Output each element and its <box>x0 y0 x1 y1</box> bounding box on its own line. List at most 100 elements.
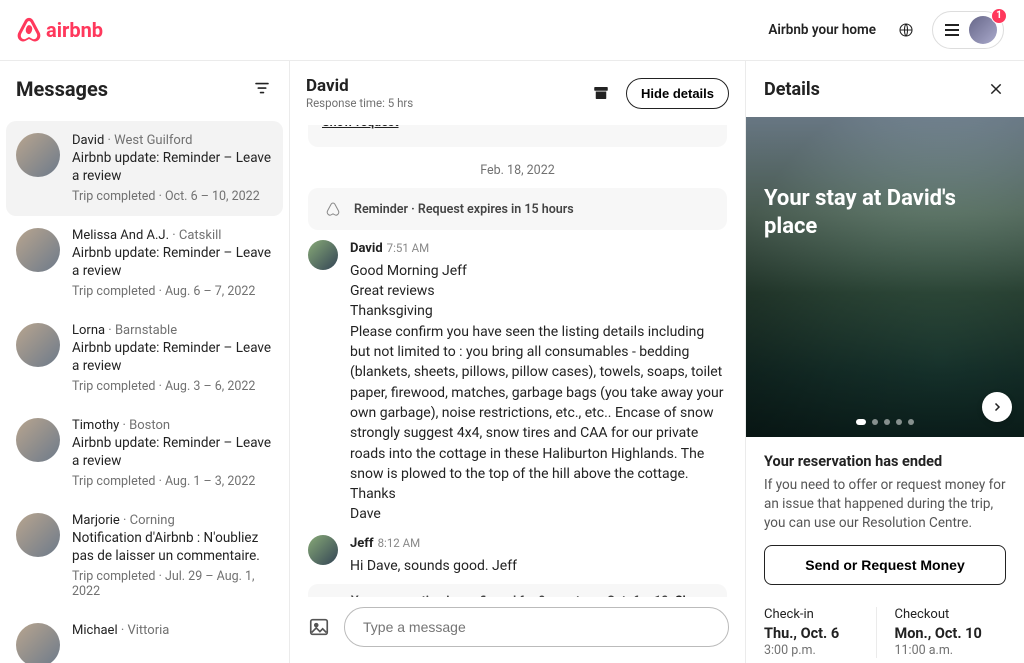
checkin-time: 3:00 p.m. <box>764 643 876 658</box>
message-time: 7:51 AM <box>387 241 430 255</box>
hero-title: Your stay at David's place <box>764 185 964 240</box>
thread-name: Michael <box>72 623 118 638</box>
date-separator: Feb. 18, 2022 <box>308 163 727 178</box>
thread-title: Airbnb update: Reminder – Leave a review <box>72 340 273 375</box>
thread-name: David <box>72 133 104 148</box>
globe-icon <box>898 22 914 38</box>
thread-avatar <box>16 228 60 272</box>
thread-location: Barnstable <box>115 323 177 338</box>
response-time: Response time: 5 hrs <box>306 96 576 110</box>
thread-item[interactable]: Melissa And A.J. · CatskillAirbnb update… <box>6 216 283 311</box>
thread-meta: Trip completed · Jul. 29 – Aug. 1, 2022 <box>72 569 273 599</box>
reminder-text: Reminder · Request expires in 15 hours <box>354 202 574 217</box>
message: David 7:51 AM Good Morning JeffGreat revie… <box>308 240 727 525</box>
brand-logo[interactable]: airbnb <box>16 15 103 45</box>
close-details-button[interactable] <box>986 79 1006 99</box>
thread-meta: Trip completed · Aug. 3 – 6, 2022 <box>72 379 273 394</box>
reservation-ended-body: If you need to offer or request money fo… <box>764 476 1006 533</box>
thread-item[interactable]: Michael · Vittoria <box>6 611 283 663</box>
checkout-date: Mon., Oct. 10 <box>895 625 1007 642</box>
thread-avatar <box>16 133 60 177</box>
hero-dot[interactable] <box>856 419 866 425</box>
messages-title: Messages <box>16 77 108 101</box>
thread-meta: Trip completed · Oct. 6 – 10, 2022 <box>72 189 273 204</box>
main-layout: Messages David · West GuilfordAirbnb upd… <box>0 60 1024 663</box>
thread-item[interactable]: Marjorie · CorningNotification d'Airbnb … <box>6 501 283 611</box>
thread-meta: Trip completed · Aug. 6 – 7, 2022 <box>72 284 273 299</box>
thread-item[interactable]: Timothy · BostonAirbnb update: Reminder … <box>6 406 283 501</box>
checkout-label: Checkout <box>895 607 1007 622</box>
thread-location: Boston <box>129 418 170 433</box>
thread-location: West Guilford <box>114 133 192 148</box>
thread-item[interactable]: David · West GuilfordAirbnb update: Remi… <box>6 121 283 216</box>
checkin-label: Check-in <box>764 607 876 622</box>
message-avatar <box>308 535 338 565</box>
message: Jeff 8:12 AM Hi Dave, sounds good. Jeff <box>308 535 727 576</box>
request-chip-partial: Show request <box>308 125 727 147</box>
hero-next-button[interactable] <box>982 392 1012 422</box>
attach-image-button[interactable] <box>306 614 332 640</box>
chevron-right-icon <box>991 401 1003 413</box>
thread-meta: Trip completed · Aug. 1 – 3, 2022 <box>72 474 273 489</box>
hero-dot[interactable] <box>872 419 878 425</box>
thread-list[interactable]: David · West GuilfordAirbnb update: Remi… <box>0 117 289 663</box>
brand-text: airbnb <box>46 18 103 42</box>
archive-icon <box>592 84 610 102</box>
show-request-link[interactable]: Show request <box>322 125 399 130</box>
conversation-column: David Response time: 5 hrs Hide details … <box>290 61 746 663</box>
thread-avatar <box>16 323 60 367</box>
thread-avatar <box>16 623 60 663</box>
send-request-money-button[interactable]: Send or Request Money <box>764 545 1006 585</box>
hero-dot[interactable] <box>908 419 914 425</box>
messages-scroll[interactable]: Show request Feb. 18, 2022 Reminder · Re… <box>290 117 745 597</box>
thread-avatar <box>16 418 60 462</box>
thread-name: Lorna <box>72 323 105 338</box>
message-sender: David <box>350 241 383 256</box>
listing-hero: Your stay at David's place <box>746 117 1024 437</box>
message-text: Good Morning JeffGreat reviewsThanksgivi… <box>350 261 727 525</box>
dates-row: Check-in Thu., Oct. 6 3:00 p.m. Checkout… <box>764 607 1006 658</box>
confirmed-text: Your reservation is confirmed for 9 gues… <box>351 594 672 597</box>
thread-location: Vittoria <box>127 623 169 638</box>
checkin-date: Thu., Oct. 6 <box>764 625 876 642</box>
details-header: Details <box>746 61 1024 117</box>
hero-pager <box>746 419 1024 425</box>
profile-menu-button[interactable]: 1 <box>932 11 1004 49</box>
hamburger-icon <box>945 29 959 31</box>
reservation-ended-title: Your reservation has ended <box>764 453 1006 470</box>
filter-icon <box>253 79 271 97</box>
checkout-col: Checkout Mon., Oct. 10 11:00 a.m. <box>876 607 1007 658</box>
composer <box>290 597 745 663</box>
checkout-time: 11:00 a.m. <box>895 643 1007 658</box>
image-icon <box>308 616 330 638</box>
thread-avatar <box>16 513 60 557</box>
thread-title: Notification d'Airbnb : N'oubliez pas de… <box>72 530 273 565</box>
archive-button[interactable] <box>586 78 616 108</box>
thread-item[interactable]: Lorna · BarnstableAirbnb update: Reminde… <box>6 311 283 406</box>
thread-name: Marjorie <box>72 513 120 528</box>
hide-details-button[interactable]: Hide details <box>626 78 729 109</box>
filter-button[interactable] <box>253 79 273 99</box>
notification-badge: 1 <box>991 8 1007 24</box>
message-sender: Jeff <box>350 536 374 551</box>
hero-dot[interactable] <box>884 419 890 425</box>
thread-title: Airbnb update: Reminder – Leave a review <box>72 150 273 185</box>
messages-header: Messages <box>0 61 289 117</box>
top-nav: airbnb Airbnb your home 1 <box>0 0 1024 60</box>
message-input[interactable] <box>344 607 729 647</box>
conversation-host-name: David <box>306 76 576 96</box>
message-text: Hi Dave, sounds good. Jeff <box>350 556 727 576</box>
thread-title: Airbnb update: Reminder – Leave a review <box>72 245 273 280</box>
messages-column: Messages David · West GuilfordAirbnb upd… <box>0 61 290 663</box>
conversation-header: David Response time: 5 hrs Hide details <box>290 61 745 117</box>
message-time: 8:12 AM <box>378 536 421 550</box>
hero-dot[interactable] <box>896 419 902 425</box>
airbnb-your-home-link[interactable]: Airbnb your home <box>756 12 888 48</box>
language-button[interactable] <box>888 12 924 48</box>
thread-name: Timothy <box>72 418 119 433</box>
confirmed-chip: Your reservation is confirmed for 9 gues… <box>308 584 727 597</box>
reminder-chip: Reminder · Request expires in 15 hours <box>308 188 727 230</box>
close-icon <box>988 81 1004 97</box>
details-body: Your reservation has ended If you need t… <box>746 437 1024 658</box>
message-avatar <box>308 240 338 270</box>
